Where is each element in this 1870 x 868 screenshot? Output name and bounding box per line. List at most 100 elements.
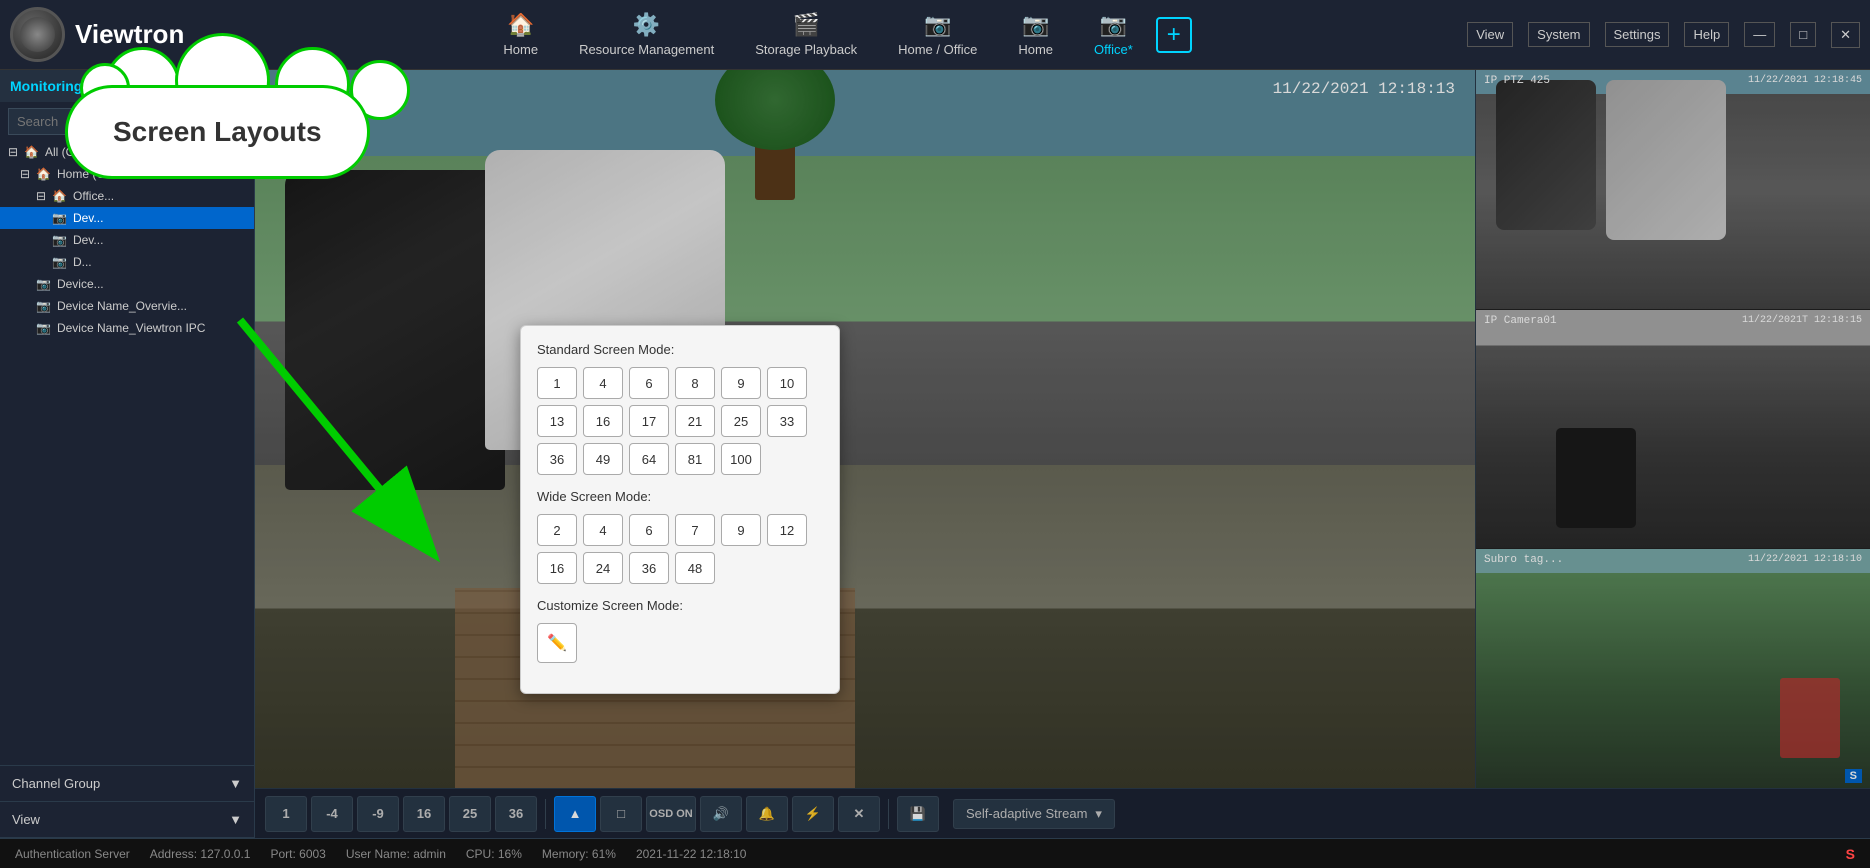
std-btn-100[interactable]: 100: [721, 443, 761, 475]
logo-area: Viewtron: [10, 7, 210, 62]
tree-item-dev1-label: Dev...: [73, 211, 103, 225]
standard-mode-title: Standard Screen Mode:: [537, 342, 823, 357]
tree-item-dev2-label: Dev...: [73, 233, 103, 247]
tree-item-office[interactable]: ⊟ 🏠 Office...: [0, 185, 254, 207]
resource-icon: ⚙️: [633, 12, 660, 38]
std-btn-25[interactable]: 25: [721, 405, 761, 437]
nav-resource[interactable]: ⚙️ Resource Management: [561, 6, 732, 63]
auth-server-label: Authentication Server: [15, 847, 130, 861]
nav-office[interactable]: 📷 Office*: [1076, 6, 1151, 63]
std-btn-36[interactable]: 36: [537, 443, 577, 475]
wide-btn-6[interactable]: 6: [629, 514, 669, 546]
wide-btn-36[interactable]: 36: [629, 552, 669, 584]
status-badge: S: [1846, 846, 1855, 862]
std-btn-1[interactable]: 1: [537, 367, 577, 399]
std-btn-10[interactable]: 10: [767, 367, 807, 399]
tree-item-dev2[interactable]: 📷 Dev...: [0, 229, 254, 251]
wide-btn-24[interactable]: 24: [583, 552, 623, 584]
customize-mode-title: Customize Screen Mode:: [537, 598, 823, 613]
nav-home-label: Home: [503, 42, 538, 57]
home-icon: 🏠: [507, 12, 534, 38]
nav-home2[interactable]: 📷 Home: [1000, 6, 1071, 63]
sidebar-bottom: Channel Group ▼ View ▼: [0, 765, 254, 838]
wide-btn-4[interactable]: 4: [583, 514, 623, 546]
nav-home2-label: Home: [1018, 42, 1053, 57]
view-section[interactable]: View ▼: [0, 802, 254, 838]
standard-mode-grid: 1 4 6 8 9 10 13 16 17 21 25 33 36 49 64 …: [537, 367, 823, 475]
expand-home-icon: ⊟: [20, 167, 30, 181]
nav-home-office[interactable]: 📷 Home / Office: [880, 6, 995, 63]
view-expand-icon: ▼: [229, 812, 242, 827]
tree-item-device3-label: Device Name_Viewtron IPC: [57, 321, 206, 335]
nav-storage[interactable]: 🎬 Storage Playback: [737, 6, 875, 63]
app-title: Viewtron: [75, 19, 184, 50]
device1-icon: 📷: [36, 277, 51, 291]
close-button[interactable]: ✕: [1831, 22, 1860, 48]
topbar-right: View System Settings Help — □ ✕: [1467, 22, 1860, 48]
help-button[interactable]: Help: [1684, 22, 1729, 47]
cloud-text: Screen Layouts: [113, 116, 322, 147]
device3-icon: 📷: [36, 321, 51, 335]
cloud-popup: Screen Layouts: [65, 85, 370, 179]
settings-button[interactable]: Settings: [1605, 22, 1670, 47]
std-btn-16[interactable]: 16: [583, 405, 623, 437]
storage-icon: 🎬: [792, 12, 819, 38]
home-office-icon: 📷: [924, 12, 951, 38]
wide-btn-9[interactable]: 9: [721, 514, 761, 546]
expand-icon: ⊟: [8, 145, 18, 159]
sidebar: Monitoring Point ▲ 🔍 ⊟ 🏠 All (Online/Tot…: [0, 70, 255, 838]
minimize-button[interactable]: —: [1744, 22, 1775, 47]
std-btn-33[interactable]: 33: [767, 405, 807, 437]
tree-item-dev3[interactable]: 📷 D...: [0, 251, 254, 273]
tree-item-device2-label: Device Name_Overvie...: [57, 299, 187, 313]
overlay-background: [255, 70, 1870, 838]
office-tree-icon: 🏠: [52, 189, 67, 203]
home-tree-icon: 🏠: [24, 145, 39, 159]
std-btn-9[interactable]: 9: [721, 367, 761, 399]
tree-item-device3[interactable]: 📷 Device Name_Viewtron IPC: [0, 317, 254, 339]
std-btn-21[interactable]: 21: [675, 405, 715, 437]
cpu-label: CPU: 16%: [466, 847, 522, 861]
wide-btn-16[interactable]: 16: [537, 552, 577, 584]
channel-group-section[interactable]: Channel Group ▼: [0, 766, 254, 802]
device2-icon: 📷: [36, 299, 51, 313]
tree-item-dev1[interactable]: 📷 Dev...: [0, 207, 254, 229]
maximize-button[interactable]: □: [1790, 22, 1816, 47]
port-label: Port: 6003: [270, 847, 325, 861]
system-button[interactable]: System: [1528, 22, 1589, 47]
std-btn-64[interactable]: 64: [629, 443, 669, 475]
nav-home[interactable]: 🏠 Home: [485, 6, 556, 63]
wide-btn-7[interactable]: 7: [675, 514, 715, 546]
view-button[interactable]: View: [1467, 22, 1513, 47]
dev3-icon: 📷: [52, 255, 67, 269]
nav-bar: 🏠 Home ⚙️ Resource Management 🎬 Storage …: [230, 6, 1447, 63]
expand-office-icon: ⊟: [36, 189, 46, 203]
tree-item-dev3-label: D...: [73, 255, 92, 269]
std-btn-13[interactable]: 13: [537, 405, 577, 437]
tree-item-office-label: Office...: [73, 189, 114, 203]
wide-btn-2[interactable]: 2: [537, 514, 577, 546]
nav-storage-label: Storage Playback: [755, 42, 857, 57]
username-label: User Name: admin: [346, 847, 446, 861]
wide-btn-48[interactable]: 48: [675, 552, 715, 584]
dev2-icon: 📷: [52, 233, 67, 247]
home2-icon: 📷: [1022, 12, 1049, 38]
std-btn-4[interactable]: 4: [583, 367, 623, 399]
std-btn-8[interactable]: 8: [675, 367, 715, 399]
datetime-label: 2021-11-22 12:18:10: [636, 847, 747, 861]
tree-item-device1[interactable]: 📷 Device...: [0, 273, 254, 295]
customize-layout-button[interactable]: ✏️: [537, 623, 577, 663]
add-tab-button[interactable]: +: [1156, 17, 1192, 53]
dev1-icon: 📷: [52, 211, 67, 225]
office-icon: 📷: [1100, 12, 1127, 38]
channel-group-expand-icon: ▼: [229, 776, 242, 791]
nav-resource-label: Resource Management: [579, 42, 714, 57]
wide-mode-title: Wide Screen Mode:: [537, 489, 823, 504]
std-btn-6[interactable]: 6: [629, 367, 669, 399]
screen-layout-popup: Standard Screen Mode: 1 4 6 8 9 10 13 16…: [520, 325, 840, 694]
std-btn-17[interactable]: 17: [629, 405, 669, 437]
wide-btn-12[interactable]: 12: [767, 514, 807, 546]
std-btn-49[interactable]: 49: [583, 443, 623, 475]
std-btn-81[interactable]: 81: [675, 443, 715, 475]
tree-item-device2[interactable]: 📷 Device Name_Overvie...: [0, 295, 254, 317]
